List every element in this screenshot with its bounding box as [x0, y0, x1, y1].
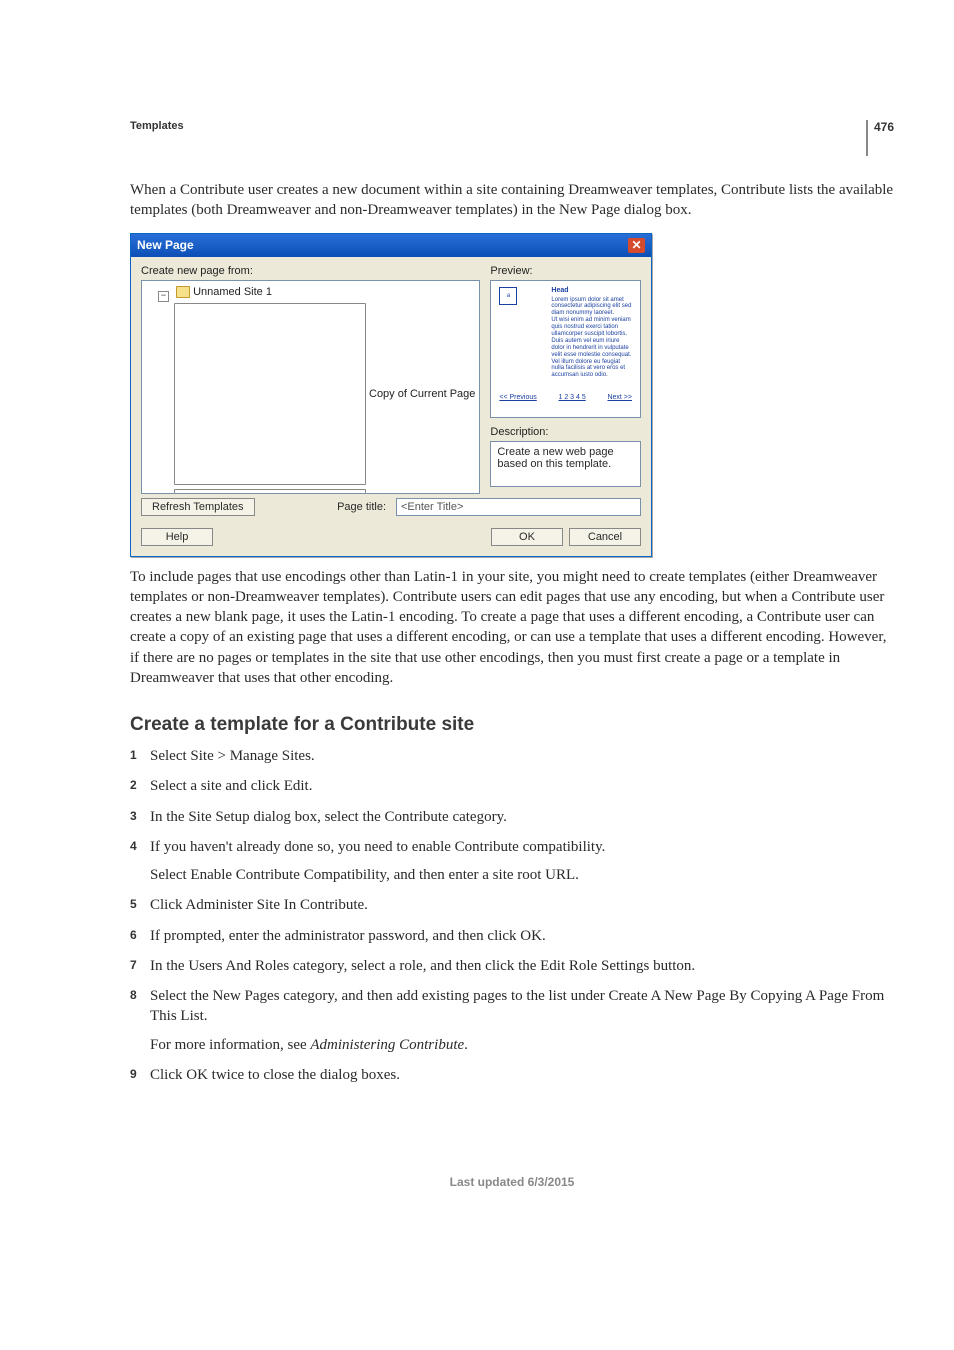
step-number: 1 — [130, 747, 137, 763]
preview-heading: Head — [551, 287, 632, 295]
step-item: 8 Select the New Pages category, and then… — [130, 986, 894, 1055]
step-number: 8 — [130, 987, 137, 1003]
step-number: 2 — [130, 777, 137, 793]
refresh-templates-button[interactable]: Refresh Templates — [141, 498, 255, 516]
step-item: 9 Click OK twice to close the dialog boxe… — [130, 1065, 894, 1085]
step-text: Select a site and click Edit. — [150, 778, 312, 794]
step-subtext: Select Enable Contribute Compatibility, … — [150, 865, 894, 885]
help-button[interactable]: Help — [141, 528, 213, 546]
right-column: Preview: a Head Lorem ipsum dolor sit am… — [490, 265, 641, 494]
step-item: 5 Click Administer Site In Contribute. — [130, 895, 894, 915]
close-icon[interactable]: ✕ — [628, 238, 645, 253]
step-number: 5 — [130, 896, 137, 912]
dialog-title: New Page — [137, 238, 194, 252]
new-page-dialog: New Page ✕ Create new page from: − Unnam… — [130, 233, 652, 557]
preview-body: Head Lorem ipsum dolor sit amet consecte… — [551, 287, 632, 389]
step-text: If prompted, enter the administrator pas… — [150, 928, 546, 944]
description-box: Create a new web page based on this temp… — [490, 441, 641, 487]
step-text: In the Site Setup dialog box, select the… — [150, 809, 507, 825]
step-text: Select the New Pages category, and then … — [150, 988, 884, 1024]
after-dialog-paragraph: To include pages that use encodings othe… — [130, 567, 894, 689]
step-text: In the Users And Roles category, select … — [150, 958, 695, 974]
cancel-button[interactable]: Cancel — [569, 528, 641, 546]
step-item: 2 Select a site and click Edit. — [130, 776, 894, 796]
step-text: Click Administer Site In Contribute. — [150, 897, 368, 913]
tree-item-copy[interactable]: Copy of Current Page — [369, 388, 475, 400]
collapse-icon[interactable]: − — [158, 291, 169, 302]
preview-prev-link[interactable]: << Previous — [499, 394, 536, 410]
step-number: 7 — [130, 957, 137, 973]
preview-index[interactable]: 1 2 3 4 5 — [558, 394, 585, 410]
left-column: Create new page from: − Unnamed Site 1 C… — [141, 265, 480, 494]
page-icon — [174, 489, 366, 494]
preview-label: Preview: — [490, 265, 641, 277]
step-item: 1 Select Site > Manage Sites. — [130, 746, 894, 766]
step-text: If you haven't already done so, you need… — [150, 839, 605, 855]
tree-root[interactable]: Unnamed Site 1 — [193, 286, 272, 298]
running-head: Templates — [130, 120, 894, 132]
step-item: 3 In the Site Setup dialog box, select th… — [130, 807, 894, 827]
step-number: 6 — [130, 927, 137, 943]
page-title-input[interactable]: <Enter Title> — [396, 498, 641, 516]
step-number: 4 — [130, 838, 137, 854]
tree-panel[interactable]: − Unnamed Site 1 Copy of Current Page Bl… — [141, 280, 480, 494]
step-subtext: For more information, see Administering … — [150, 1035, 894, 1055]
page-icon — [174, 303, 366, 485]
ok-button[interactable]: OK — [491, 528, 563, 546]
preview-logo-icon: a — [499, 287, 517, 305]
preview-pane: a Head Lorem ipsum dolor sit amet consec… — [490, 280, 641, 418]
step-item: 6 If prompted, enter the administrator pa… — [130, 926, 894, 946]
step-text: Select Site > Manage Sites. — [150, 748, 315, 764]
step-number: 9 — [130, 1066, 137, 1082]
step-item: 7 In the Users And Roles category, select… — [130, 956, 894, 976]
create-from-label: Create new page from: — [141, 265, 480, 277]
step-text: Click OK twice to close the dialog boxes… — [150, 1067, 400, 1083]
page-number: 476 — [874, 120, 894, 134]
steps-list: 1 Select Site > Manage Sites. 2 Select a s… — [130, 746, 894, 1085]
folder-open-icon — [176, 286, 190, 298]
page-footer: Last updated 6/3/2015 — [130, 1175, 894, 1189]
step-item: 4 If you haven't already done so, you nee… — [130, 837, 894, 886]
dialog-titlebar: New Page ✕ — [131, 234, 651, 257]
description-label: Description: — [490, 426, 641, 438]
page-title-label: Page title: — [337, 501, 386, 513]
page-number-block: 476 — [866, 120, 894, 156]
preview-next-link[interactable]: Next >> — [607, 394, 632, 410]
step-number: 3 — [130, 808, 137, 824]
section-heading: Create a template for a Contribute site — [130, 714, 894, 736]
intro-paragraph: When a Contribute user creates a new doc… — [130, 180, 894, 221]
